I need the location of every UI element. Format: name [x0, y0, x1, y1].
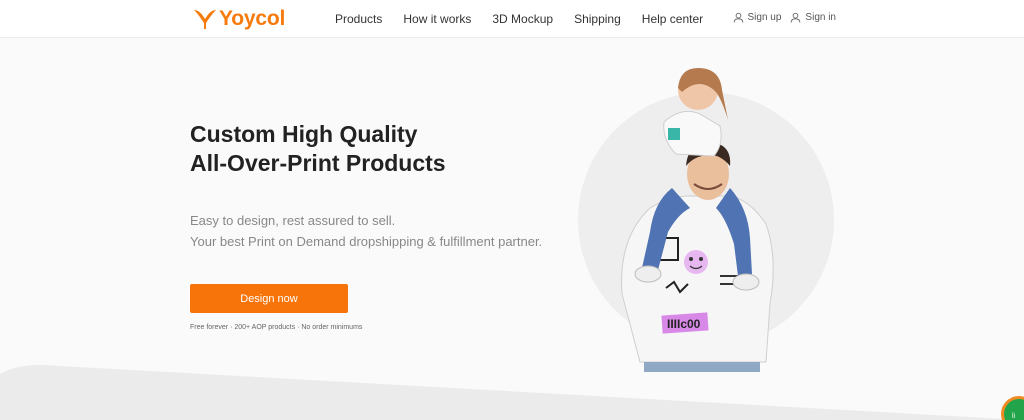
main-nav: Products How it works 3D Mockup Shipping…: [335, 12, 703, 26]
hero-subtitle-line-2: Your best Print on Demand dropshipping &…: [190, 234, 543, 249]
user-icon: [733, 12, 743, 23]
hero-title-line-1: Custom High Quality: [190, 121, 418, 147]
hero-image: IIIIc00: [578, 68, 834, 372]
user-icon: [791, 12, 801, 23]
signup-link[interactable]: Sign up: [733, 12, 782, 23]
nav-item-products[interactable]: Products: [335, 12, 382, 26]
shirt-sticker-text: IIIIc00: [667, 317, 701, 331]
hero-subtitle-line-1: Easy to design, rest assured to sell.: [190, 213, 396, 228]
hero-subtitle: Easy to design, rest assured to sell. Yo…: [190, 210, 542, 252]
chat-icon: li: [1012, 413, 1016, 420]
nav-item-help-center[interactable]: Help center: [642, 12, 703, 26]
hero-title-line-2: All-Over-Print Products: [190, 150, 446, 176]
nav-item-3d-mockup[interactable]: 3D Mockup: [492, 12, 553, 26]
signin-link[interactable]: Sign in: [790, 12, 836, 23]
nav-item-how-it-works[interactable]: How it works: [403, 12, 471, 26]
design-now-button[interactable]: Design now: [190, 284, 348, 313]
account-links: Sign up Sign in: [724, 12, 836, 23]
signup-label: Sign up: [747, 12, 782, 23]
feature-list: Free forever · 200+ AOP products · No or…: [190, 324, 363, 331]
yoycol-logo-icon: [194, 10, 216, 29]
hero-title: Custom High Quality All-Over-Print Produ…: [190, 120, 446, 178]
brand-name: Yoycol: [219, 7, 286, 30]
signin-label: Sign in: [805, 12, 836, 23]
nav-item-shipping[interactable]: Shipping: [574, 12, 621, 26]
bottom-wave-divider: [0, 365, 1024, 420]
site-header: Yoycol Products How it works 3D Mockup S…: [0, 0, 1024, 38]
brand-logo[interactable]: Yoycol: [193, 6, 285, 32]
